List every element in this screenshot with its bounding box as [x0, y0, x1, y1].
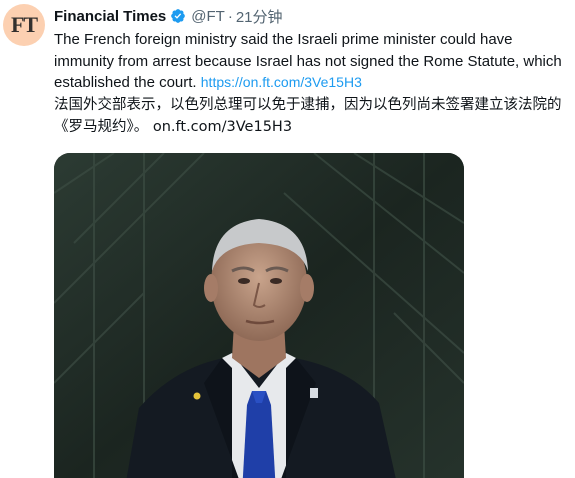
tweet[interactable]: FT Financial Times @FT · 21分钟 The French… [0, 0, 575, 478]
verified-badge-icon [171, 9, 186, 23]
header-separator: · [227, 7, 233, 25]
tweet-link-chinese[interactable]: on.ft.com/3Ve15H3 [153, 119, 292, 135]
author-handle[interactable]: @FT [191, 8, 225, 25]
author-name[interactable]: Financial Times [54, 8, 166, 25]
tweet-content: Financial Times @FT · 21分钟 The French fo… [54, 4, 564, 138]
tweet-timestamp[interactable]: 21分钟 [236, 6, 283, 27]
photo-illustration [54, 153, 464, 478]
avatar-initials: FT [10, 12, 38, 37]
tweet-text-chinese: 法国外交部表示，以色列总理可以免于逮捕，因为以色列尚未签署建立该法院的《罗马规约… [54, 94, 564, 138]
tweet-text-english: The French foreign ministry said the Isr… [54, 29, 564, 94]
tweet-body-chinese: 法国外交部表示，以色列总理可以免于逮捕，因为以色列尚未签署建立该法院的《罗马规约… [54, 96, 562, 135]
tweet-photo[interactable] [54, 153, 464, 478]
avatar[interactable]: FT [3, 4, 45, 46]
tweet-link-english[interactable]: https://on.ft.com/3Ve15H3 [201, 74, 362, 90]
tweet-header: Financial Times @FT · 21分钟 [54, 4, 564, 28]
